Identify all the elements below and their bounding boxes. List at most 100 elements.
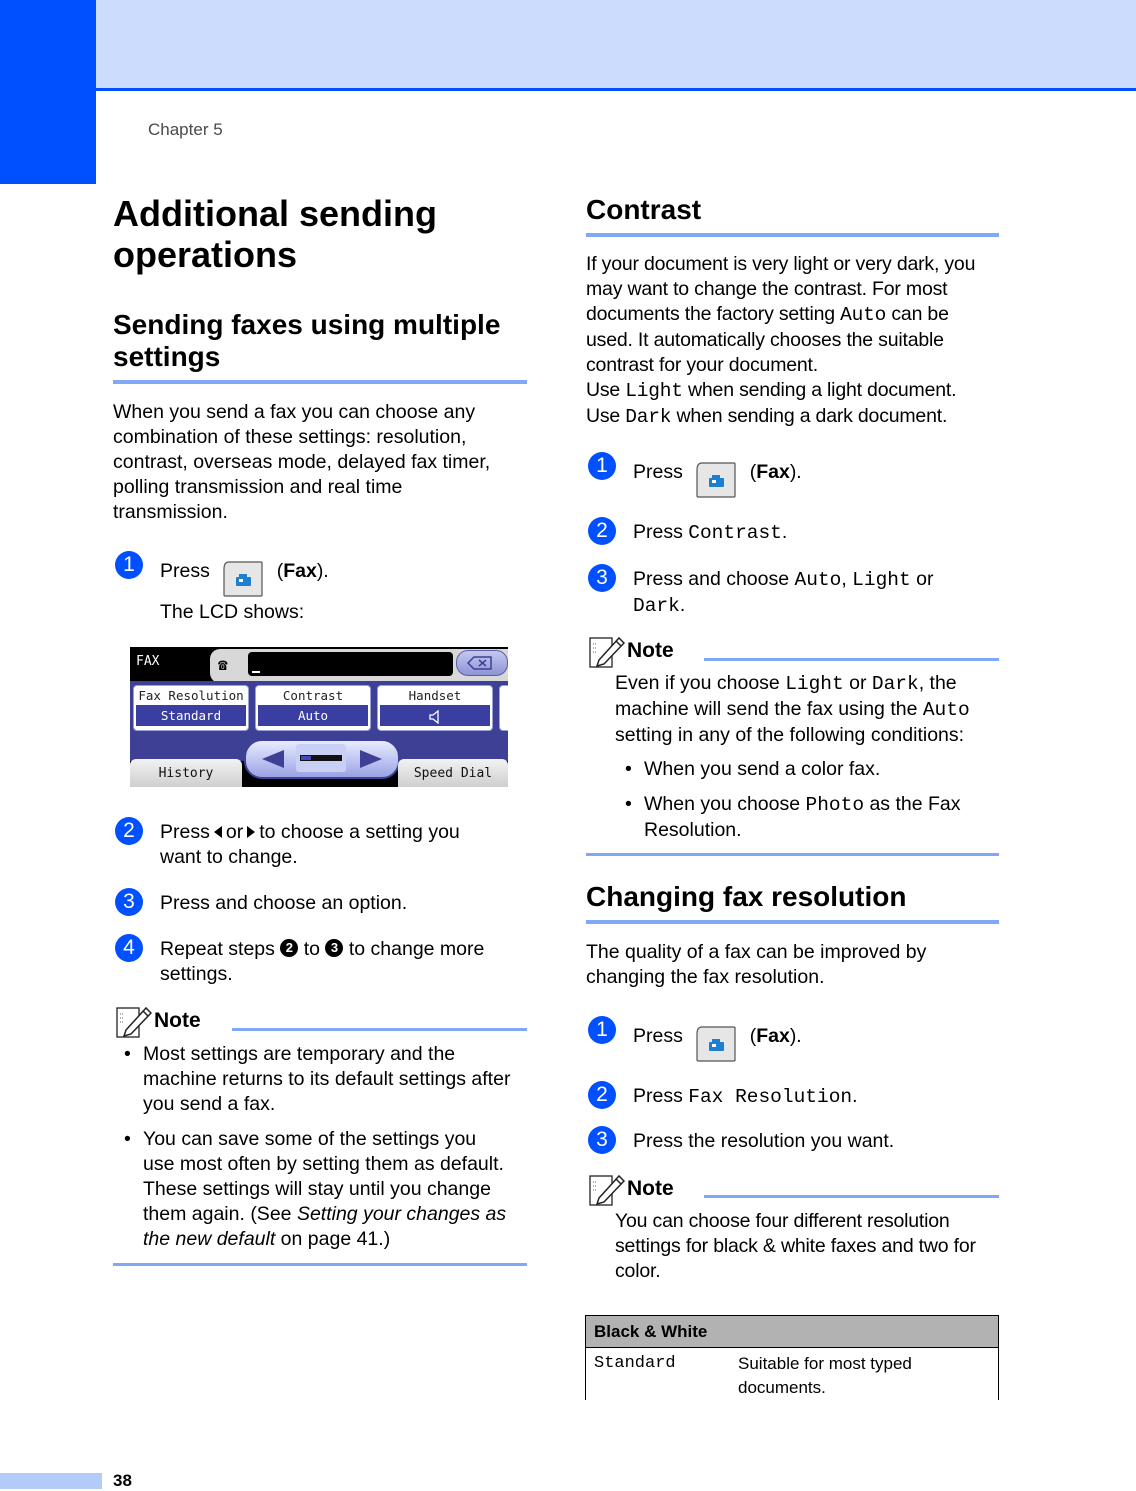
lcd-number-field[interactable] [248,652,453,676]
text-span: or [910,568,934,590]
text-cursor [252,671,260,673]
lcd-setting-handset[interactable]: Handset [377,685,493,731]
left-arrow-icon [213,825,222,838]
text-span: When you choose [644,793,806,815]
bullet-dot: • [124,1128,131,1150]
speaker-icon [380,705,490,726]
setting-label: Contrast [282,688,344,703]
section-rule [113,380,527,384]
text-line: contrast, overseas mode, delayed fax tim… [113,451,491,473]
text-span: them again. (See [143,1203,297,1225]
table-row: Standard Suitable for most typed documen… [585,1347,999,1400]
step-number: 3 [115,888,143,916]
fax-label: Fax [756,461,790,484]
step-number: 3 [588,564,616,592]
text-line: changing the fax resolution. [586,966,825,988]
text-line: When you send a color fax. [644,758,881,780]
chapter-label: Chapter 5 [148,120,223,139]
text-span: when sending a dark document. [671,405,948,427]
text-span: Use [586,405,626,427]
code-text: Contrast [688,522,782,544]
scroll-left-icon[interactable] [262,750,284,768]
text-span: . [781,521,788,543]
text-line: transmission. [113,501,228,523]
page-title: Additional sending operations [113,193,437,275]
step-4: Repeat steps 2 to 3 to change more setti… [160,937,484,987]
step-reference: 3 [325,938,344,957]
text-span: Even if you choose [615,672,786,694]
note-body: You can choose four different resolution… [615,1209,976,1284]
scroll-right-icon[interactable] [360,750,382,768]
section-title-line: Sending faxes using multiple [113,309,501,340]
note-body: Even if you choose Light or Dark, the ma… [615,671,970,748]
code-text: Light [852,569,911,591]
lcd-setting-contrast[interactable]: Contrast Auto [255,685,371,731]
resolution-table: Black & White Standard Suitable for most… [585,1315,999,1400]
step-text: to [303,938,321,960]
code-text: Fax Resolution [688,1086,853,1108]
setting-value: Standard [136,705,246,726]
resolution-paragraph: The quality of a fax can be improved by … [586,940,926,990]
table-cell-description: Suitable for most typed documents. [730,1347,999,1400]
text-span: Use [586,379,626,401]
code-text: Dark [625,406,672,428]
note-header: Note [116,1004,201,1038]
text-line: documents. [738,1378,826,1397]
fax-button-icon [223,561,263,597]
step-text: Press [633,1025,683,1048]
scroll-thumb [301,756,311,760]
lcd-setting-fax-resolution[interactable]: Fax Resolution Standard [133,685,249,731]
text-span: as the Fax [864,793,961,815]
backspace-icon [466,656,492,670]
text-line: These settings will stay until you chang… [143,1178,491,1200]
intro-paragraph: When you send a fax you can choose any c… [113,400,490,525]
step-number: 2 [588,1081,616,1109]
note-rule [704,1195,999,1198]
cross-reference-link[interactable]: the new default [143,1228,275,1250]
text-span: or [843,672,872,694]
step-number: 2 [115,817,143,845]
text-span: , the [918,672,957,694]
note-pencil-icon [589,636,625,668]
lcd-setting-more[interactable] [499,685,508,731]
section-title-line: settings [113,341,221,372]
note-end-rule [586,853,999,856]
text-line: polling transmission and real time [113,476,403,498]
step-1: Press (Fax). [633,1019,802,1062]
code-text: Auto [922,699,970,721]
step-2: Press Contrast. [633,520,787,546]
step-3: Press the resolution you want. [633,1130,895,1152]
text-span: can be [886,303,949,325]
text-line: machine returns to its default settings … [143,1068,511,1090]
code-text: Auto [794,569,842,591]
setting-value: Auto [258,705,368,726]
cross-reference-link[interactable]: Setting your changes as [297,1203,506,1225]
note-rule [704,658,999,661]
note-bullet: • When you choose Photo as the Fax Resol… [625,792,961,843]
step-text: Press [633,521,689,543]
text-line: setting in any of the following conditio… [615,724,965,746]
step-text: to change more [348,938,485,960]
code-text: Light [785,673,844,695]
step-1-subtext: The LCD shows: [160,601,305,623]
step-text: Press [633,461,683,484]
lcd-history-button[interactable]: History [130,759,242,787]
lcd-scroll-control[interactable] [244,739,400,779]
step-text: Repeat steps [160,938,275,960]
step-text: want to change. [160,846,298,868]
note-label: Note [627,639,674,662]
fax-label: Fax [756,1025,790,1048]
text-line: When you send a fax you can choose any [113,401,476,423]
text-span: when sending a light document. [682,379,957,401]
text-line: color. [615,1260,661,1282]
code-text: Dark [633,595,680,617]
note-bullet: • Most settings are temporary and the ma… [124,1042,510,1117]
text-span: , [841,568,853,590]
text-line: Most settings are temporary and the [143,1043,456,1065]
lcd-backspace-button[interactable] [456,650,508,676]
note-header: Note [589,1172,674,1206]
lcd-speed-dial-button[interactable]: Speed Dial [398,759,508,787]
section-title-multiple-settings: Sending faxes using multiple settings [113,309,500,373]
bullet-dot: • [625,758,632,780]
note-pencil-icon [116,1006,152,1038]
